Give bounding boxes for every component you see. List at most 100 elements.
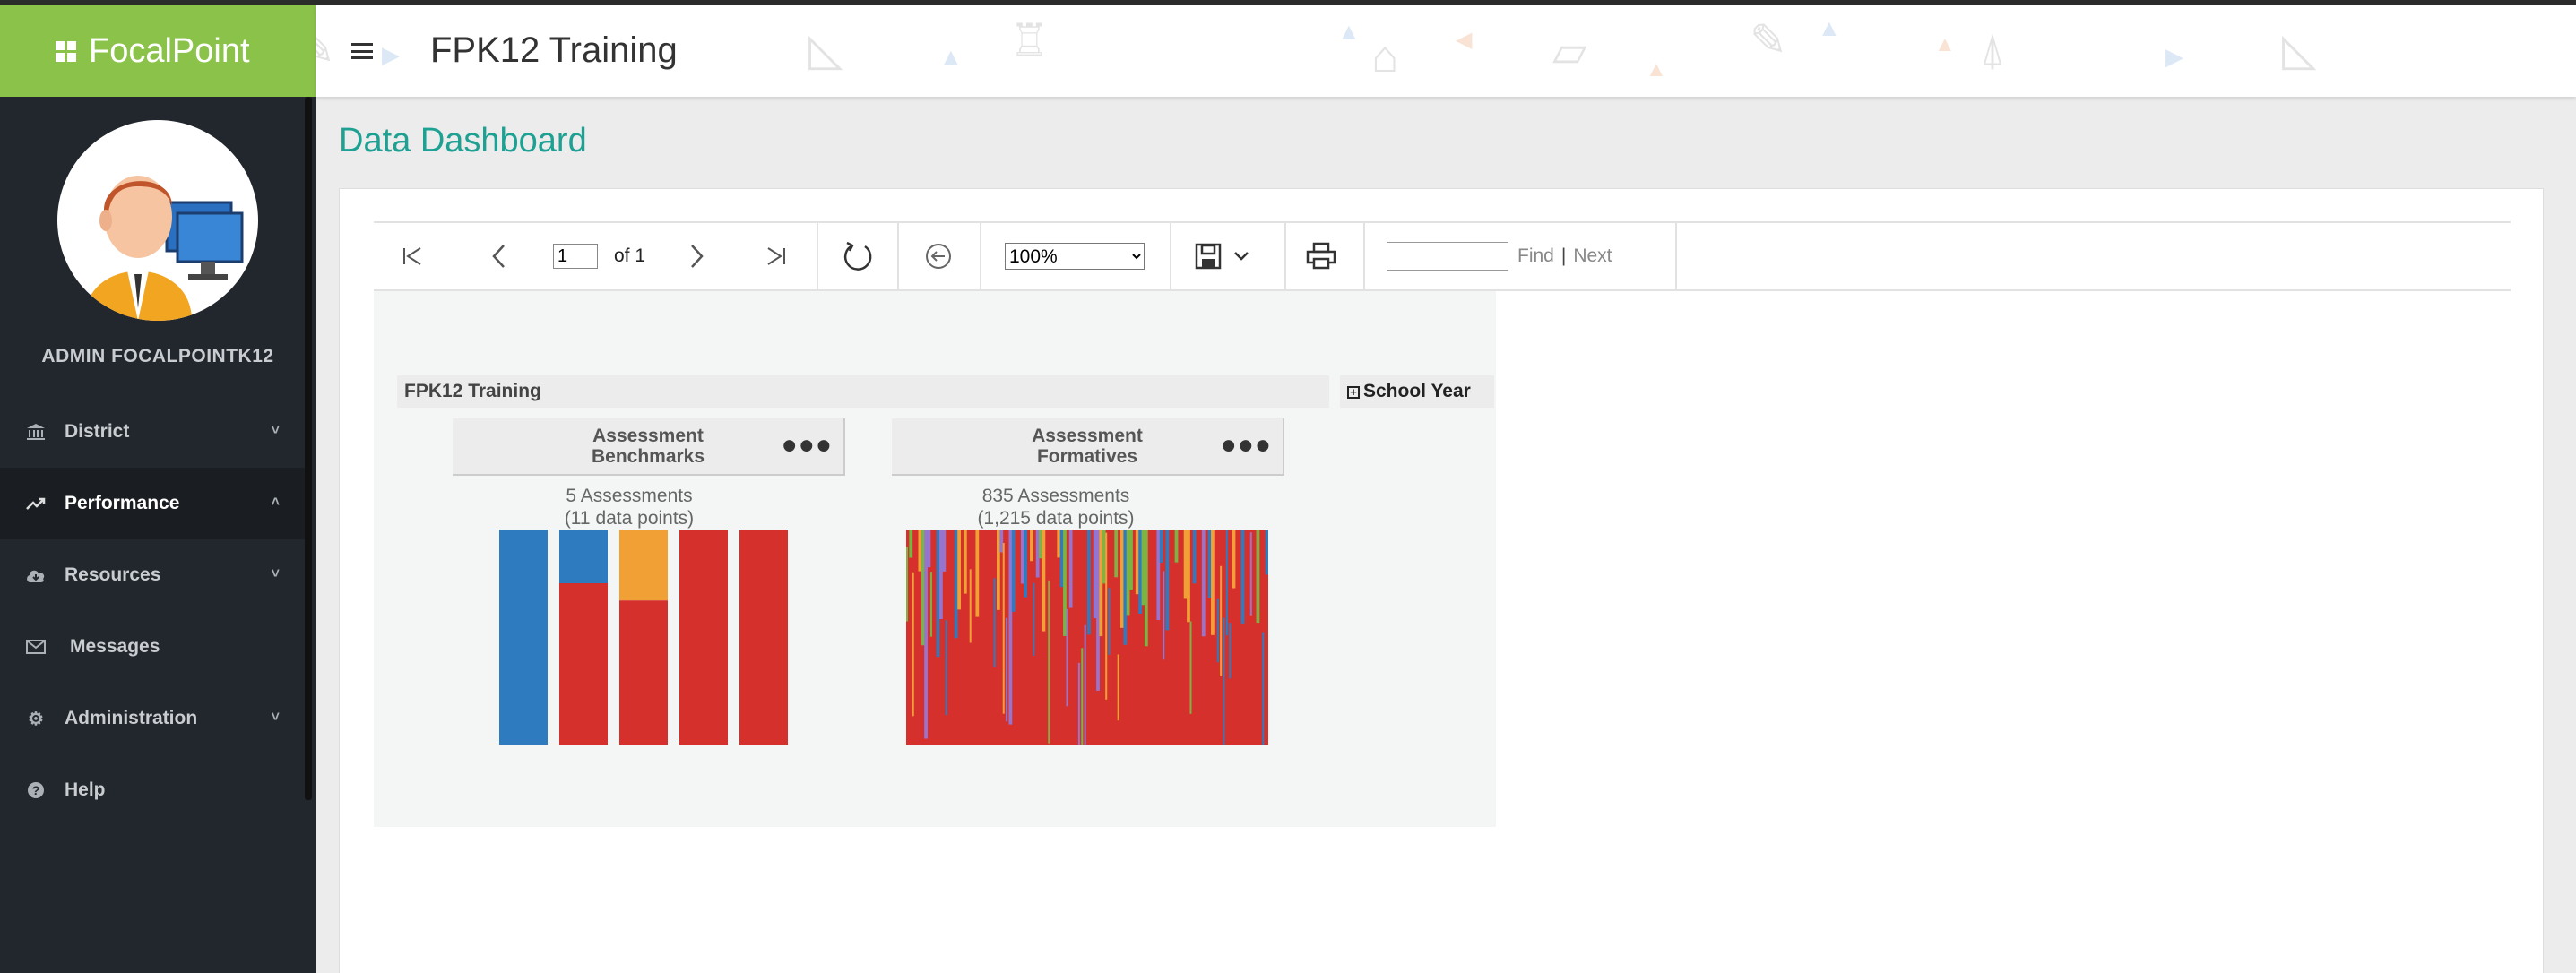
bar-segment[interactable] [1059, 530, 1064, 588]
bar-segment[interactable] [1035, 530, 1040, 578]
bar-segment[interactable] [954, 530, 958, 639]
bar-segment[interactable] [1068, 530, 1073, 608]
bar-segment[interactable] [1225, 530, 1228, 636]
bar-segment[interactable] [1096, 530, 1100, 691]
bar-segment[interactable] [1030, 530, 1033, 562]
bar-segment[interactable] [1240, 530, 1245, 624]
sidebar-item-administration[interactable]: ⚙ Administration ˅ [0, 683, 305, 754]
bar-segment[interactable] [1093, 530, 1097, 619]
more-options-icon[interactable]: ●●● [1221, 432, 1272, 459]
bar-segment[interactable] [1220, 565, 1223, 676]
bar-segment[interactable] [1024, 530, 1028, 598]
bar-segment[interactable] [927, 530, 931, 568]
back-button[interactable] [924, 223, 953, 289]
first-page-button[interactable] [401, 223, 424, 289]
bar-segment[interactable] [1183, 530, 1188, 599]
find-next-button[interactable]: Next [1573, 245, 1612, 267]
bar-segment[interactable] [942, 530, 947, 572]
bar-segment[interactable] [1262, 632, 1265, 745]
bar-segment[interactable] [1123, 530, 1128, 645]
bar-segment[interactable] [1081, 648, 1084, 745]
bar-segment[interactable] [619, 530, 668, 601]
bar-segment[interactable] [1265, 530, 1268, 575]
bar-segment[interactable] [1223, 617, 1225, 745]
more-options-icon[interactable]: ●●● [782, 432, 833, 459]
refresh-button[interactable] [842, 223, 874, 289]
bar-segment[interactable] [1006, 617, 1008, 722]
benchmarks-chart[interactable] [499, 530, 791, 745]
bar-segment[interactable] [929, 572, 932, 637]
bar-segment[interactable] [559, 583, 608, 745]
bar-segment[interactable] [939, 530, 943, 619]
bar-segment[interactable] [1144, 530, 1148, 647]
bar-segment[interactable] [1105, 532, 1108, 700]
bar-segment[interactable] [1039, 530, 1042, 559]
bar-segment[interactable] [1108, 588, 1111, 655]
export-button[interactable] [1195, 223, 1250, 289]
bar-segment[interactable] [1201, 530, 1206, 637]
bar-segment[interactable] [1156, 530, 1161, 621]
zoom-select[interactable]: 100% [1005, 243, 1145, 270]
bar-segment[interactable] [1256, 530, 1260, 624]
bar-segment[interactable] [1159, 530, 1163, 563]
bar-segment[interactable] [1174, 530, 1179, 563]
bar-segment[interactable] [963, 530, 967, 594]
bar-segment[interactable] [918, 530, 922, 572]
brand-logo[interactable]: FocalPoint [0, 5, 316, 97]
bar-segment[interactable] [1192, 530, 1197, 584]
bar-segment[interactable] [1087, 530, 1091, 635]
bar-segment[interactable] [921, 530, 925, 646]
bar-segment[interactable] [1057, 530, 1061, 558]
next-page-button[interactable] [689, 223, 705, 289]
bar-segment[interactable] [1138, 530, 1142, 614]
sidebar-item-messages[interactable]: Messages [0, 611, 305, 683]
last-page-button[interactable] [765, 223, 788, 289]
bar-segment[interactable] [1229, 623, 1232, 679]
bar-segment[interactable] [1232, 530, 1236, 589]
bar-segment[interactable] [1141, 530, 1145, 606]
bar-segment[interactable] [924, 530, 928, 739]
sidebar-scrollbar[interactable] [305, 97, 312, 800]
bar-segment[interactable] [1066, 608, 1068, 707]
bar-segment[interactable] [945, 620, 947, 716]
bar-segment[interactable] [957, 530, 961, 610]
bar-segment[interactable] [1002, 543, 1005, 714]
bar-segment[interactable] [936, 530, 940, 658]
bar-segment[interactable] [1114, 530, 1119, 578]
bar-segment[interactable] [1129, 530, 1133, 590]
bar-segment[interactable] [679, 530, 728, 745]
bar-segment[interactable] [1207, 530, 1212, 598]
bar-segment[interactable] [1042, 530, 1046, 632]
sidebar-item-help[interactable]: ? Help [0, 754, 305, 826]
bar-segment[interactable] [559, 530, 608, 583]
bar-segment[interactable] [1189, 621, 1192, 714]
bar-segment[interactable] [999, 530, 1004, 553]
school-year-filter[interactable]: + School Year [1340, 375, 1494, 408]
bar-segment[interactable] [997, 530, 1000, 610]
formatives-chart[interactable] [906, 530, 1268, 745]
page-number-input[interactable] [553, 244, 598, 269]
bar-segment[interactable] [1099, 530, 1103, 637]
previous-page-button[interactable] [490, 223, 506, 289]
bar-segment[interactable] [1211, 530, 1215, 635]
bar-segment[interactable] [1120, 530, 1124, 628]
bar-segment[interactable] [906, 547, 909, 622]
bar-segment[interactable] [1084, 624, 1086, 745]
sidebar-item-resources[interactable]: Resources ˅ [0, 539, 305, 611]
bar-segment[interactable] [739, 530, 788, 745]
sidebar-item-performance[interactable]: Performance ˄ [0, 468, 305, 539]
bar-segment[interactable] [1216, 598, 1219, 663]
bar-segment[interactable] [1033, 582, 1035, 656]
bar-segment[interactable] [1187, 530, 1190, 623]
bar-segment[interactable] [1020, 530, 1024, 584]
bar-segment[interactable] [1163, 571, 1165, 660]
bar-segment[interactable] [1165, 530, 1170, 631]
find-button[interactable]: Find [1517, 245, 1554, 267]
bar-segment[interactable] [1249, 532, 1252, 616]
sidebar-item-district[interactable]: District ˅ [0, 396, 305, 468]
bar-segment[interactable] [1063, 530, 1067, 636]
bar-segment[interactable] [912, 572, 914, 717]
bar-segment[interactable] [1117, 654, 1119, 721]
bar-segment[interactable] [993, 578, 996, 667]
bar-segment[interactable] [1008, 530, 1013, 725]
